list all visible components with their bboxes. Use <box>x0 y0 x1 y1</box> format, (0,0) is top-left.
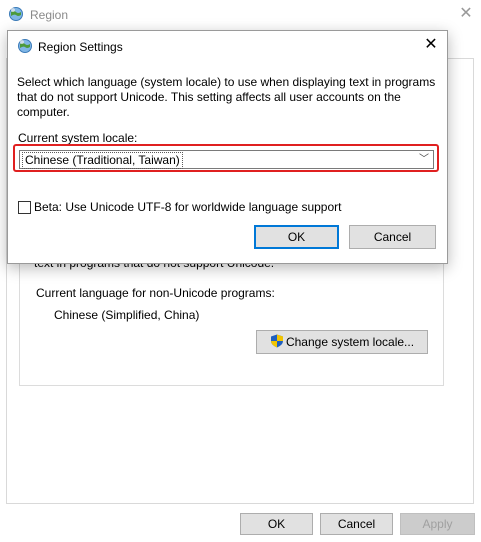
region-titlebar: Region ✕ <box>0 0 481 30</box>
region-ok-button[interactable]: OK <box>240 513 313 535</box>
system-locale-dropdown[interactable]: Chinese (Traditional, Taiwan) ﹀ <box>19 150 434 169</box>
globe-icon <box>18 39 32 53</box>
dialog-description: Select which language (system locale) to… <box>17 75 436 119</box>
region-cancel-button[interactable]: Cancel <box>320 513 393 535</box>
dialog-cancel-button[interactable]: Cancel <box>349 225 436 249</box>
region-close-icon[interactable]: ✕ <box>458 6 474 22</box>
dialog-titlebar: Region Settings ✕ <box>8 31 447 62</box>
region-settings-dialog: Region Settings ✕ Select which language … <box>7 30 448 264</box>
region-title: Region <box>30 8 69 22</box>
utf8-beta-checkbox[interactable] <box>18 201 31 214</box>
dialog-ok-button[interactable]: OK <box>254 225 339 249</box>
utf8-beta-label[interactable]: Beta: Use Unicode UTF-8 for worldwide la… <box>34 200 342 214</box>
current-language-label: Current language for non-Unicode program… <box>36 286 275 300</box>
dialog-close-icon[interactable]: ✕ <box>422 36 440 54</box>
change-system-locale-button[interactable]: Change system locale... <box>256 330 428 354</box>
system-locale-selected-value: Chinese (Traditional, Taiwan) <box>22 152 183 169</box>
current-language-value: Chinese (Simplified, China) <box>54 308 200 322</box>
system-locale-label: Current system locale: <box>18 131 138 145</box>
shield-icon <box>270 334 283 348</box>
region-apply-button[interactable]: Apply <box>400 513 475 535</box>
dialog-title: Region Settings <box>38 40 123 54</box>
chevron-down-icon[interactable]: ﹀ <box>417 152 431 167</box>
change-system-locale-label: Change system locale... <box>285 335 415 349</box>
globe-icon <box>9 7 23 21</box>
